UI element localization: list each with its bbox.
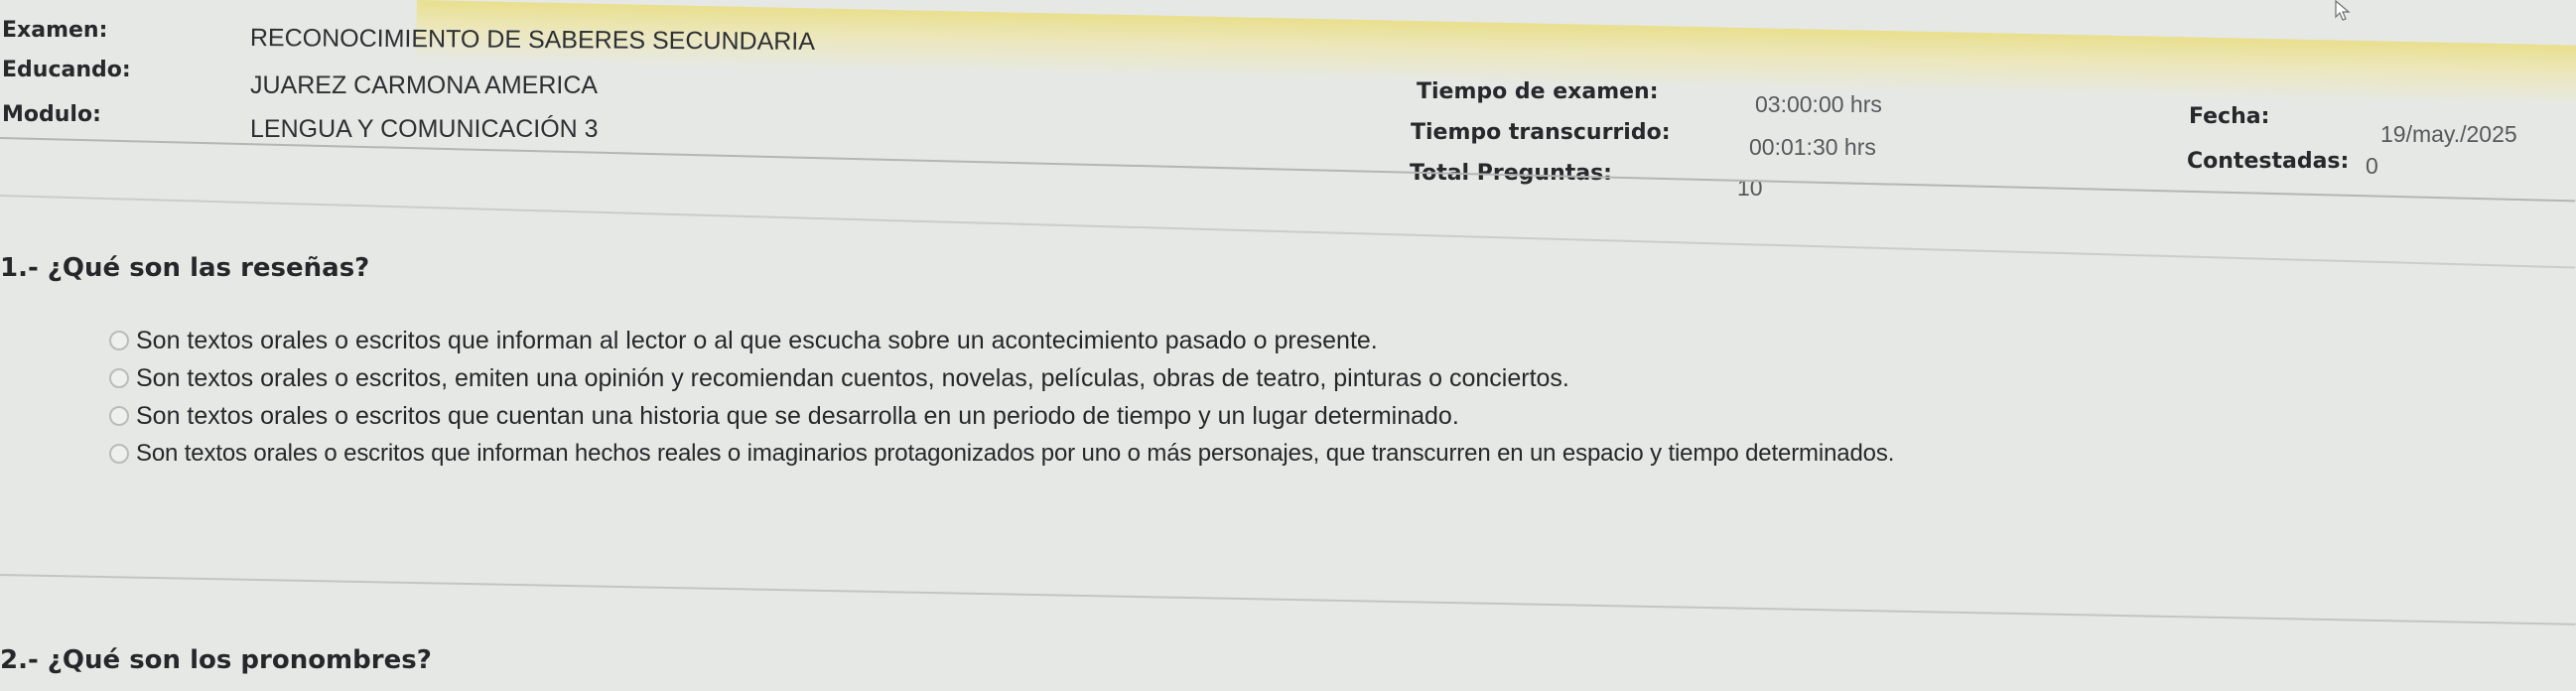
header-divider-lower bbox=[0, 195, 2576, 269]
radio-button[interactable] bbox=[109, 444, 129, 464]
answer-option-3[interactable]: Son textos orales o escritos que cuentan… bbox=[109, 397, 2571, 435]
exam-label: Examen: bbox=[2, 18, 108, 43]
answer-option-text: Son textos orales o escritos que informa… bbox=[136, 440, 1895, 467]
educando-label: Educando: bbox=[2, 58, 131, 82]
answer-option-4[interactable]: Son textos orales o escritos que informa… bbox=[109, 435, 2571, 473]
modulo-label: Modulo: bbox=[2, 102, 101, 127]
fecha-value: 19/may./2025 bbox=[2380, 121, 2517, 147]
tiempo-transcurrido-value: 00:01:30 hrs bbox=[1749, 134, 1876, 160]
contestadas-value: 0 bbox=[2366, 153, 2378, 179]
answer-option-text: Son textos orales o escritos, emiten una… bbox=[136, 363, 1569, 392]
radio-button[interactable] bbox=[109, 406, 129, 426]
contestadas-label: Contestadas: bbox=[2187, 149, 2350, 174]
question-divider bbox=[0, 574, 2576, 625]
tiempo-examen-label: Tiempo de examen: bbox=[1417, 79, 1659, 104]
answer-option-2[interactable]: Son textos orales o escritos, emiten una… bbox=[109, 359, 2571, 397]
question-1-options: Son textos orales o escritos que informa… bbox=[109, 322, 2571, 473]
modulo-value: LENGUA Y COMUNICACIÓN 3 bbox=[250, 115, 599, 143]
answer-option-text: Son textos orales o escritos que informa… bbox=[136, 326, 1378, 354]
exam-value: RECONOCIMIENTO DE SABERES SECUNDARIA bbox=[249, 24, 816, 56]
question-1-text: 1.- ¿Qué son las reseñas? bbox=[0, 253, 370, 283]
educando-value: JUAREZ CARMONA AMERICA bbox=[250, 71, 599, 99]
radio-button[interactable] bbox=[109, 368, 129, 388]
tiempo-transcurrido-label: Tiempo transcurrido: bbox=[1411, 120, 1671, 145]
radio-button[interactable] bbox=[109, 331, 129, 350]
question-2-text: 2.- ¿Qué son los pronombres? bbox=[0, 645, 432, 675]
answer-option-text: Son textos orales o escritos que cuentan… bbox=[136, 401, 1459, 430]
tiempo-examen-value: 03:00:00 hrs bbox=[1755, 91, 1882, 117]
answer-option-1[interactable]: Son textos orales o escritos que informa… bbox=[109, 322, 2571, 359]
fecha-label: Fecha: bbox=[2189, 104, 2270, 129]
